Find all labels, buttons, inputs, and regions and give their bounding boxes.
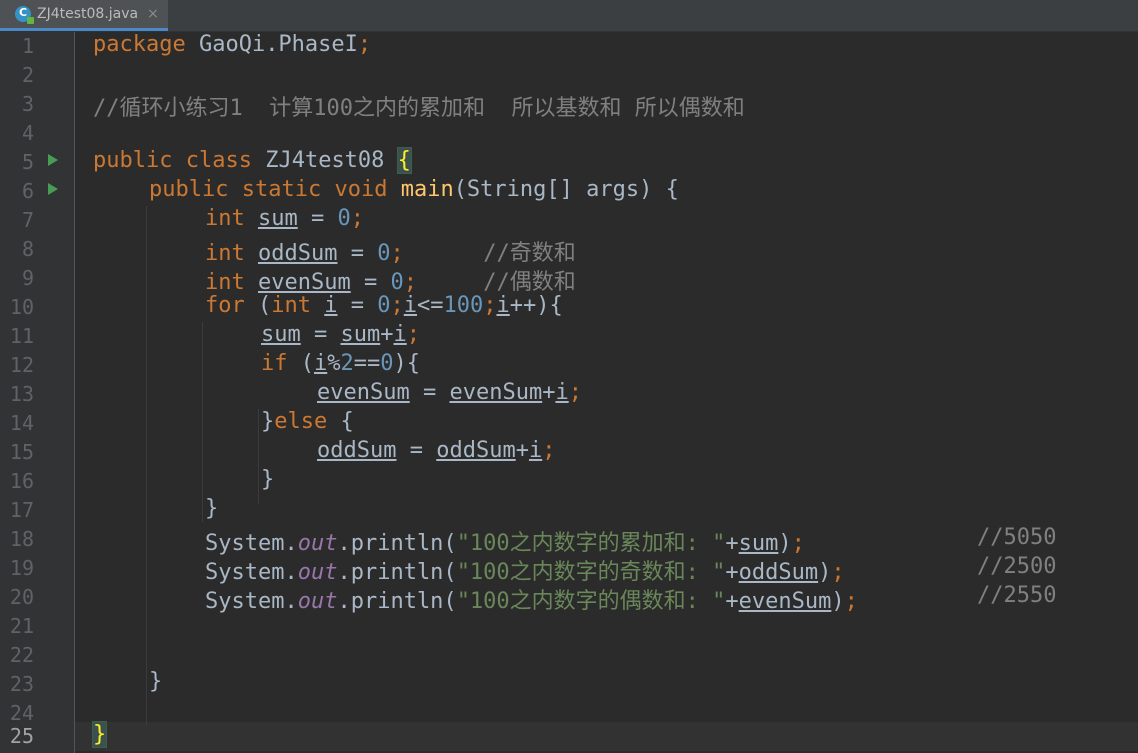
run-main-icon[interactable] — [48, 183, 58, 195]
code-line-17: } — [205, 496, 219, 521]
line-number: 7 — [21, 208, 34, 232]
code-line-7: int sum = 0; — [205, 206, 364, 231]
code-line-6: public static void main(String[] args) { — [149, 177, 679, 202]
line-number: 5 — [21, 150, 34, 174]
code-line-9: int evenSum = 0; //偶数和 — [205, 270, 576, 295]
comment-5050: //5050 — [977, 525, 1057, 550]
file-tab-label: ZJ4test08.java — [37, 6, 139, 22]
line-number: 2 — [21, 63, 34, 87]
run-class-icon[interactable] — [48, 154, 58, 166]
code-editor[interactable] — [75, 32, 1138, 753]
line-number: 19 — [9, 556, 34, 580]
line-number: 18 — [9, 527, 34, 551]
code-line-11: sum = sum+i; — [261, 322, 420, 347]
code-line-23: } — [149, 669, 163, 694]
line-number: 6 — [21, 179, 34, 203]
indent-guide — [258, 409, 259, 504]
code-line-8: int oddSum = 0; //奇数和 — [205, 241, 576, 266]
code-line-5: public class ZJ4test08 { — [93, 147, 412, 174]
indent-guide — [202, 322, 203, 522]
comment-2550: //2550 — [977, 583, 1057, 608]
java-class-icon: C — [15, 6, 34, 24]
code-line-14: }else { — [261, 409, 354, 434]
code-line-15: oddSum = oddSum+i; — [317, 438, 556, 463]
code-line-18: System.out.println("100之内数字的累加和: "+sum); — [205, 531, 805, 556]
matched-brace: } — [91, 721, 108, 748]
code-line-3-comment: //循环小练习1 计算100之内的累加和 所以基数和 所以偶数和 — [93, 96, 745, 121]
line-number: 12 — [9, 353, 34, 377]
line-number: 8 — [21, 237, 34, 261]
comment-2500: //2500 — [977, 554, 1057, 579]
line-number: 9 — [21, 266, 34, 290]
code-line-10: for (int i = 0;i<=100;i++){ — [205, 293, 563, 318]
line-number: 22 — [9, 643, 34, 667]
code-line-1: package GaoQi.PhaseI; — [93, 32, 372, 57]
line-number-gutter: 1 2 3 4 5 6 7 8 9 10 11 12 13 14 15 16 1… — [0, 32, 75, 753]
code-line-12: if (i%2==0){ — [261, 351, 420, 376]
code-line-25: } — [91, 721, 108, 751]
line-number: 1 — [21, 34, 34, 58]
line-number: 15 — [9, 440, 34, 464]
code-line-16: } — [261, 467, 275, 492]
editor-tab-bar: C ZJ4test08.java × — [0, 0, 1138, 32]
line-number: 4 — [21, 121, 34, 145]
current-line-highlight — [75, 722, 1138, 751]
code-line-19: System.out.println("100之内数字的奇数和: "+oddSu… — [205, 560, 845, 585]
line-number: 3 — [21, 92, 34, 116]
line-number: 20 — [9, 585, 34, 609]
line-number-current: 25 — [9, 724, 34, 748]
file-tab[interactable]: C ZJ4test08.java × — [0, 0, 168, 31]
line-number: 13 — [9, 382, 34, 406]
line-number: 14 — [9, 411, 34, 435]
code-line-20: System.out.println("100之内数字的偶数和: "+evenS… — [205, 589, 858, 614]
line-number: 11 — [9, 324, 34, 348]
line-number: 17 — [9, 498, 34, 522]
line-number: 21 — [9, 614, 34, 638]
indent-guide — [146, 206, 147, 726]
line-number: 16 — [9, 469, 34, 493]
line-number: 23 — [9, 672, 34, 696]
close-tab-icon[interactable]: × — [147, 6, 159, 22]
matched-brace: { — [396, 147, 412, 174]
code-line-13: evenSum = evenSum+i; — [317, 380, 582, 405]
line-number: 10 — [9, 295, 34, 319]
